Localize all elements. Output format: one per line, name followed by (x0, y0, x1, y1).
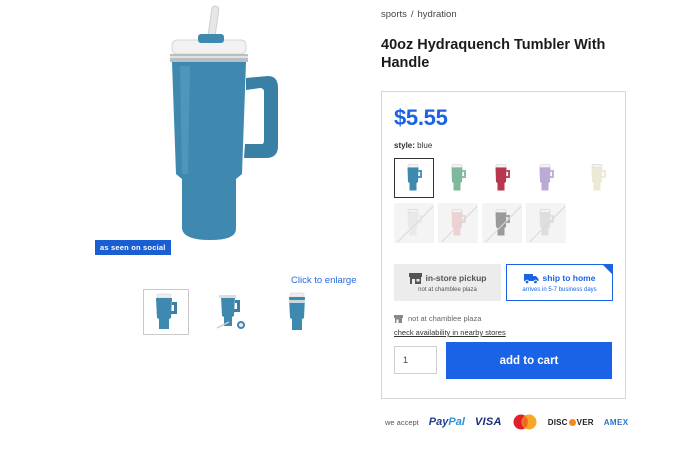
check-availability-link[interactable]: check availability in nearby stores (394, 328, 506, 337)
product-title: 40oz Hydraquench Tumbler With Handle (381, 37, 606, 71)
breadcrumb-subcategory[interactable]: hydration (418, 9, 457, 20)
selected-corner-marker (602, 264, 613, 275)
pickup-subtitle: not at chamblee plaza (418, 286, 477, 293)
style-label-value: blue (417, 141, 433, 150)
store-status: not at chamblee plaza (394, 314, 481, 323)
store-icon (408, 272, 422, 284)
add-to-cart-button[interactable]: add to cart (446, 342, 612, 379)
thumbnail-strip (143, 289, 321, 335)
home-subtitle: arrives in 5-7 business days (522, 286, 597, 293)
thumbnail-parts[interactable] (209, 289, 255, 335)
amex-logo: AMEX (603, 417, 629, 427)
style-label-key: style: (394, 141, 415, 150)
product-price: $5.55 (394, 105, 448, 130)
store-small-icon (394, 314, 403, 323)
swatch-cream[interactable] (578, 158, 618, 198)
thumbnail-front[interactable] (143, 289, 189, 335)
in-store-pickup-option[interactable]: in-store pickup not at chamblee plaza (394, 264, 501, 301)
store-status-text: not at chamblee plaza (408, 314, 482, 323)
swatch-berry[interactable] (482, 158, 522, 198)
breadcrumb: sports / hydration (381, 9, 457, 20)
purchase-panel: $5.55 style: blue in-store pickup not at… (381, 91, 626, 399)
swatch-gray[interactable] (482, 203, 522, 243)
breadcrumb-category[interactable]: sports (381, 9, 407, 20)
ship-to-home-option[interactable]: ship to home arrives in 5-7 business day… (506, 264, 613, 301)
quantity-input[interactable]: 1 (394, 346, 437, 374)
home-title: ship to home (542, 273, 596, 283)
pickup-title: in-store pickup (425, 273, 487, 283)
swatch-lavender[interactable] (526, 158, 566, 198)
discover-logo: DISC VER (548, 418, 594, 427)
discover-dot-icon (568, 418, 576, 426)
swatch-sage[interactable] (438, 158, 478, 198)
swatch-white[interactable] (394, 203, 434, 243)
paypal-logo-pal: Pal (448, 416, 465, 428)
visa-logo: VISA (474, 416, 502, 428)
we-accept-label: we accept (385, 417, 419, 427)
payment-methods: we accept PayPal VISA DISC VER AMEX (385, 414, 628, 430)
discover-logo-right: VER (576, 417, 594, 427)
swatch-pink[interactable] (438, 203, 478, 243)
click-to-enlarge-link[interactable]: Click to enlarge (291, 275, 356, 286)
truck-icon (523, 273, 539, 284)
discover-logo-left: DISC (547, 417, 568, 427)
breadcrumb-separator: / (410, 9, 414, 20)
style-swatches (394, 158, 574, 243)
swatch-blue[interactable] (394, 158, 434, 198)
swatch-light-gray[interactable] (526, 203, 566, 243)
thumbnail-side[interactable] (275, 289, 321, 335)
paypal-logo-pay: Pay (428, 416, 449, 428)
as-seen-on-social-badge: as seen on social (95, 240, 171, 255)
paypal-logo: PayPal (429, 416, 465, 428)
style-label: style: blue (394, 141, 432, 150)
product-main-image[interactable] (150, 4, 300, 252)
mastercard-logo (512, 414, 538, 430)
